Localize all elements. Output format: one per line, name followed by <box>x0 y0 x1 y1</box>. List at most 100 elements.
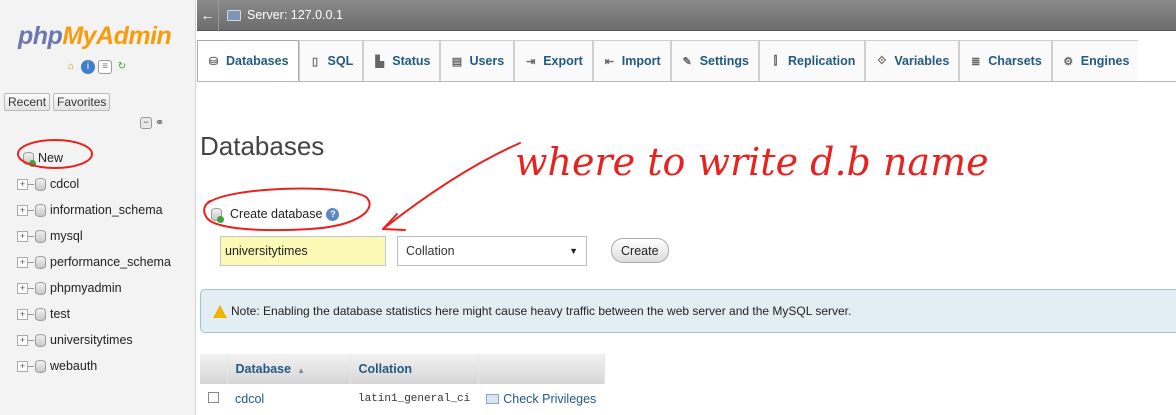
navigation-panel: phpMyAdmin ⌂ i ≡ ↻ Recent Favorites − ⚭ … <box>0 0 196 415</box>
expand-icon[interactable]: + <box>17 204 28 216</box>
tree-item-new[interactable]: New <box>22 145 171 171</box>
expand-icon[interactable]: + <box>17 230 28 242</box>
tab-settings[interactable]: ✎ Settings <box>670 40 759 81</box>
tab-status[interactable]: ▙ Status <box>363 40 441 81</box>
info-icon[interactable]: i <box>81 60 95 74</box>
export-icon: ⇥ <box>526 55 536 68</box>
warning-icon <box>213 304 227 318</box>
database-tree: New + cdcol + information_schema + mysql… <box>14 145 171 379</box>
tree-item-label: universitytimes <box>50 333 133 347</box>
tree-item-mysql[interactable]: + mysql <box>14 223 171 249</box>
privileges-icon <box>486 394 500 404</box>
expand-icon[interactable]: + <box>17 282 28 294</box>
reload-icon[interactable]: ↻ <box>115 60 129 74</box>
tree-item-label: phpmyadmin <box>50 281 122 295</box>
row-checkbox[interactable] <box>208 392 219 403</box>
recent-favorites-tabs: Recent Favorites <box>4 93 111 111</box>
select-column-header <box>200 354 228 384</box>
notice-box: Note: Enabling the database statistics h… <box>200 289 1176 333</box>
annotation-text: where to write d.b name <box>515 140 989 184</box>
tree-item-label: information_schema <box>50 203 163 217</box>
tab-replication[interactable]: ⫿ Replication <box>759 40 866 81</box>
arrow-line <box>382 142 521 230</box>
status-icon: ▙ <box>375 55 384 68</box>
collation-column-header[interactable]: Collation <box>350 354 479 384</box>
create-button[interactable]: Create <box>611 238 669 263</box>
tree-item-label: performance_schema <box>50 255 171 269</box>
page-title: Databases <box>200 131 325 161</box>
phpmyadmin-logo[interactable]: phpMyAdmin <box>18 22 172 51</box>
tree-item-universitytimes[interactable]: + universitytimes <box>14 327 171 353</box>
tree-item-information-schema[interactable]: + information_schema <box>14 197 171 223</box>
sort-ascending-icon: ▲ <box>297 366 306 375</box>
home-icon[interactable]: ⌂ <box>64 60 78 74</box>
tab-engines[interactable]: ⚙ Engines <box>1051 40 1139 81</box>
dropdown-arrow-icon: ▼ <box>569 246 578 256</box>
collapse-all-icon[interactable]: − <box>140 116 152 129</box>
table-header-row: Database ▲ Collation <box>200 354 605 384</box>
tree-item-label: mysql <box>50 229 83 243</box>
database-icon <box>35 229 46 243</box>
engines-icon: ⚙ <box>1063 55 1074 68</box>
create-database-label: Create database <box>230 207 323 221</box>
row-checkbox-cell <box>200 384 227 414</box>
notice-text: Note: Enabling the database statistics h… <box>231 304 852 318</box>
check-privileges-link[interactable]: Check Privileges <box>486 384 596 414</box>
database-icon <box>35 177 46 191</box>
collation-selected-value: Collation <box>406 244 455 258</box>
collapse-nav-arrow-icon[interactable]: ← <box>197 0 219 31</box>
expand-icon[interactable]: + <box>17 178 28 190</box>
actions-column-header <box>478 354 605 384</box>
database-name-link[interactable]: cdcol <box>227 384 350 414</box>
database-icon <box>35 203 46 217</box>
tab-import[interactable]: ⇤ Import <box>592 40 671 81</box>
import-icon: ⇤ <box>604 55 614 68</box>
database-icon <box>35 281 46 295</box>
tree-item-label: webauth <box>50 359 98 373</box>
collation-select[interactable]: Collation ▼ <box>397 236 587 266</box>
database-icon: ⛁ <box>208 55 219 68</box>
tab-export[interactable]: ⇥ Export <box>514 40 593 81</box>
tab-variables[interactable]: ⟐ Variables <box>865 40 960 81</box>
database-icon <box>35 307 46 321</box>
recent-tab[interactable]: Recent <box>4 93 51 111</box>
sql-icon: ▯ <box>312 55 319 68</box>
expand-icon[interactable]: + <box>17 308 28 320</box>
database-name-input[interactable] <box>220 236 386 266</box>
new-database-icon <box>23 151 36 167</box>
help-icon[interactable]: ? <box>326 207 340 221</box>
database-icon <box>35 359 46 373</box>
link-with-main-icon[interactable]: ⚭ <box>155 116 164 129</box>
variables-icon: ⟐ <box>877 54 887 67</box>
tree-item-test[interactable]: + test <box>14 301 171 327</box>
database-icon <box>35 333 46 347</box>
tree-controls: − ⚭ <box>140 116 164 129</box>
tree-item-performance-schema[interactable]: + performance_schema <box>14 249 171 275</box>
replication-icon: ⫿ <box>773 54 778 67</box>
server-label: Server: 127.0.0.1 <box>247 8 343 22</box>
tab-databases[interactable]: ⛁ Databases <box>197 40 299 81</box>
database-icon <box>35 255 46 269</box>
tab-sql[interactable]: ▯ SQL <box>298 40 364 81</box>
expand-icon[interactable]: + <box>17 360 28 372</box>
expand-icon[interactable]: + <box>17 334 28 346</box>
server-breadcrumb[interactable]: Server: 127.0.0.1 <box>219 8 343 22</box>
arrow-head <box>382 213 406 231</box>
charsets-icon: ≣ <box>971 55 981 68</box>
check-privileges-cell: Check Privileges <box>478 384 605 414</box>
docs-icon[interactable]: ≡ <box>98 60 112 74</box>
database-column-header[interactable]: Database ▲ <box>227 354 351 384</box>
users-icon: ▤ <box>451 55 463 68</box>
quick-links: ⌂ i ≡ ↻ <box>64 60 129 74</box>
tab-charsets[interactable]: ≣ Charsets <box>959 40 1052 81</box>
tree-item-phpmyadmin[interactable]: + phpmyadmin <box>14 275 171 301</box>
expand-icon[interactable]: + <box>17 256 28 268</box>
server-icon <box>227 9 241 21</box>
tab-users[interactable]: ▤ Users <box>440 40 515 81</box>
server-tabs: ⛁ Databases ▯ SQL ▙ Status ▤ Users ⇥ Exp… <box>197 40 1176 82</box>
settings-icon: ✎ <box>682 55 692 68</box>
tree-item-label: cdcol <box>50 177 80 191</box>
favorites-tab[interactable]: Favorites <box>53 93 111 111</box>
tree-item-cdcol[interactable]: + cdcol <box>14 171 171 197</box>
tree-item-webauth[interactable]: + webauth <box>14 353 171 379</box>
